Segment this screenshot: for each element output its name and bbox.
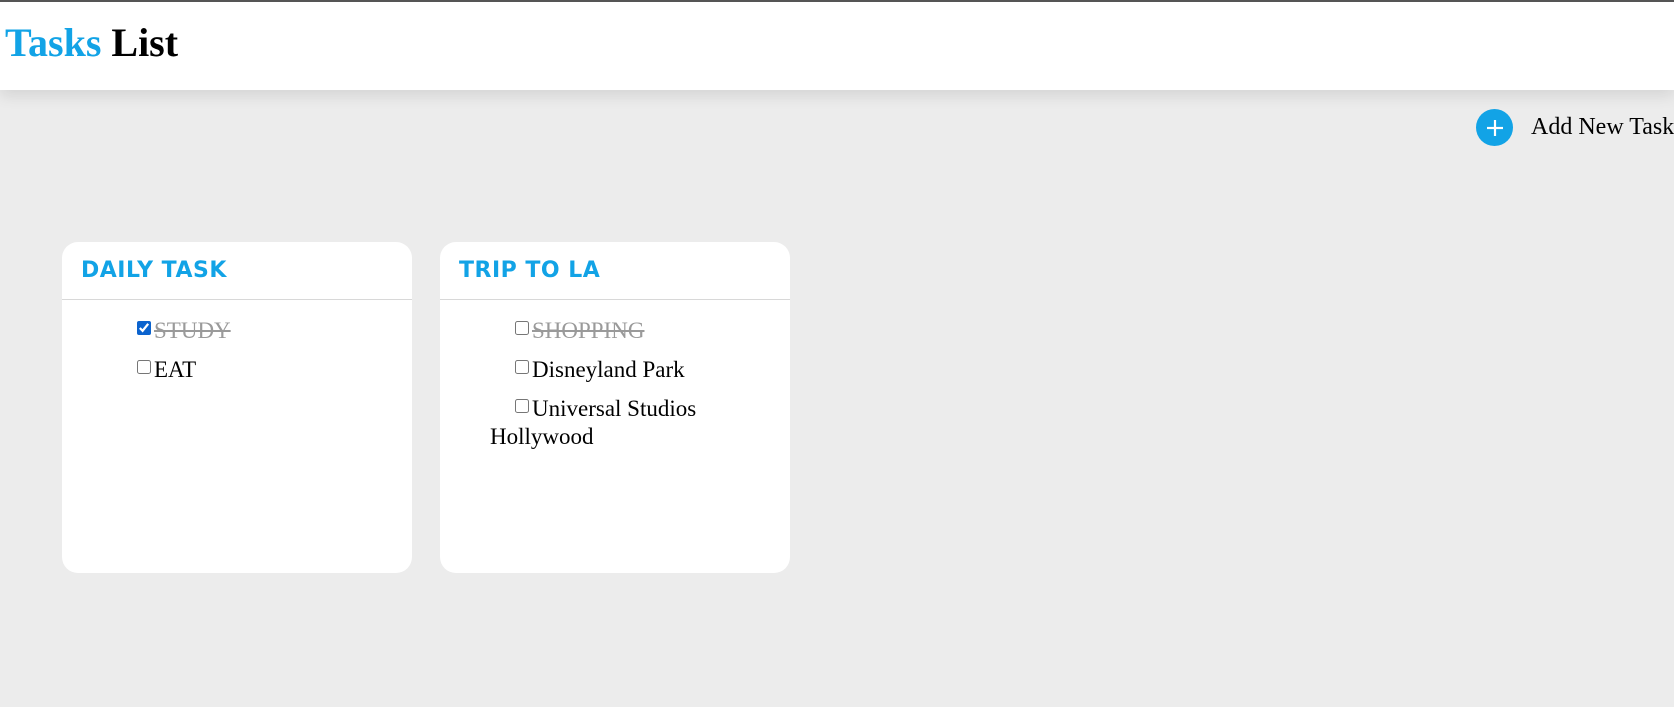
card-header: TRIP TO LA	[440, 242, 790, 300]
task-label: SHOPPING	[532, 318, 645, 343]
task-item: Disneyland Park	[490, 356, 730, 384]
task-list-card: DAILY TASK STUDY EAT	[62, 242, 412, 573]
top-bar: Tasks List	[0, 0, 1674, 90]
app-title-accent: Tasks	[5, 20, 102, 65]
app-title-rest: List	[111, 20, 179, 65]
task-label: EAT	[154, 357, 197, 382]
app-title: Tasks List	[5, 21, 178, 65]
task-checkbox[interactable]	[137, 360, 151, 374]
task-list-card: TRIP TO LA SHOPPING Disneyland Park Univ…	[440, 242, 790, 573]
card-header: DAILY TASK	[62, 242, 412, 300]
task-item: SHOPPING	[490, 317, 730, 345]
task-checkbox[interactable]	[515, 399, 529, 413]
add-new-task-button[interactable]: Add New Task	[1476, 109, 1674, 146]
task-checkbox[interactable]	[515, 360, 529, 374]
task-item: EAT	[112, 356, 352, 384]
card-title: TRIP TO LA	[459, 258, 601, 283]
task-checkbox[interactable]	[137, 321, 151, 335]
task-list: SHOPPING Disneyland Park Universal Studi…	[440, 300, 790, 451]
task-checkbox[interactable]	[515, 321, 529, 335]
add-new-task-label[interactable]: Add New Task	[1531, 114, 1674, 141]
task-label: Disneyland Park	[532, 357, 685, 382]
task-label: STUDY	[154, 318, 231, 343]
card-title: DAILY TASK	[81, 258, 227, 283]
task-list: STUDY EAT	[62, 300, 412, 384]
task-item: Universal Studios Hollywood	[490, 395, 730, 451]
plus-icon[interactable]	[1476, 109, 1513, 146]
task-item: STUDY	[112, 317, 352, 345]
